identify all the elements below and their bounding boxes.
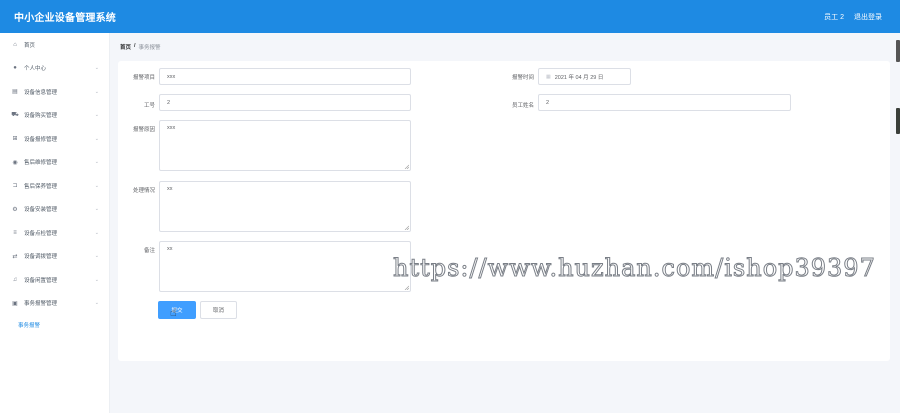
main-content: 首页 / 事务报警 报警项目 xxx 报警时间 ▦ 2021 年 04 月 29… [111,33,900,413]
person-icon: ◉ [12,159,18,166]
tools-icon: ⚙ [12,206,18,213]
handling-label: 处理情况 [132,188,155,194]
alarm-reason-textarea[interactable]: xxx [159,120,411,171]
form-card: 报警项目 xxx 报警时间 ▦ 2021 年 04 月 29 日 工号 2 员工… [118,61,890,361]
alarm-icon: ▣ [12,300,18,307]
sidebar-item-7[interactable]: ⊐ 售后保养管理 ⌄ [0,174,109,198]
sidebar-item-label: 设备点检管理 [24,230,58,237]
sidebar-item-label: 设备闲置管理 [24,277,58,284]
chevron-down-icon: ⌄ [94,182,99,189]
sidebar-item-4[interactable]: ⛟ 设备购买管理 ⌄ [0,104,109,128]
sidebar: ⌂ 首页 ● 个人中心 ⌄ ▤ 设备信息管理 ⌄ ⛟ 设备购买管理 ⌄ ⊞ 设备报修管理 ⌄ ◉ 售后维修管理… [0,33,110,413]
user-icon: ● [13,65,17,72]
remark-label: 备注 [143,248,155,254]
transfer-icon: ⇄ [12,253,18,260]
sidebar-menu: ⌂ 首页 ● 个人中心 ⌄ ▤ 设备信息管理 ⌄ ⛟ 设备购买管理 ⌄ ⊞ 设备报修管理 ⌄ ◉ 售后维修管理… [0,33,109,315]
alarm-reason-label: 报警原因 [132,127,155,133]
employee-id-input[interactable]: 2 [159,94,411,111]
sidebar-item-label: 设备信息管理 [24,89,58,96]
scrollbar-thumb-middle[interactable] [896,108,900,134]
hand-cursor-icon: ☝ [170,307,177,319]
sidebar-item-label: 个人中心 [24,66,47,73]
employee-name-label: 员工姓名 [511,103,534,109]
alarm-time-picker[interactable]: ▦ 2021 年 04 月 29 日 [538,68,631,85]
alarm-time-label: 报警时间 [511,75,534,81]
current-user[interactable]: 员工 2 [824,12,844,22]
breadcrumb-separator: / [134,43,136,49]
lines-icon: ≡ [13,229,17,236]
sidebar-item-label: 设备购买管理 [24,113,58,120]
sidebar-item-label: 事务报警管理 [24,301,58,308]
scrollbar-thumb-top[interactable] [896,40,900,62]
sidebar-item-2[interactable]: ● 个人中心 ⌄ [0,57,109,81]
alarm-time-value: 2021 年 04 月 29 日 [554,74,604,81]
chevron-down-icon: ⌄ [94,300,99,307]
submit-button[interactable]: 提交 [158,301,196,319]
sidebar-item-label: 售后维修管理 [24,160,58,167]
chevron-down-icon: ⌄ [94,135,99,142]
sidebar-item-11[interactable]: ♫ 设备闲置管理 ⌄ [0,268,109,292]
bell-icon: ♫ [12,276,18,283]
chevron-down-icon: ⌄ [94,229,99,236]
alarm-item-label: 报警项目 [132,75,155,81]
sidebar-item-1[interactable]: ⌂ 首页 [0,33,109,57]
employee-id-label: 工号 [143,103,155,109]
handling-value: xx [167,186,173,192]
grid-icon: ⊞ [12,136,18,143]
top-header: 中小企业设备管理系统 员工 2 退出登录 [0,0,900,33]
logout-link[interactable]: 退出登录 [854,12,882,22]
cart-icon: ⛟ [11,112,19,119]
resize-grip-icon[interactable] [404,225,409,230]
chevron-down-icon: ⌄ [94,112,99,119]
chevron-down-icon: ⌄ [94,65,99,72]
sidebar-item-label: 首页 [24,42,36,49]
sidebar-subitem-alarm[interactable]: 事务报警 [0,315,109,335]
breadcrumb-home[interactable]: 首页 [120,43,131,51]
sidebar-item-12[interactable]: ▣ 事务报警管理 ⌄ [0,292,109,316]
remark-textarea[interactable]: xx [159,241,411,292]
resize-grip-icon[interactable] [404,164,409,169]
calendar-icon: ▦ [546,73,551,80]
breadcrumb-current: 事务报警 [138,45,161,51]
sidebar-item-label: 设备报修管理 [24,136,58,143]
sidebar-item-5[interactable]: ⊞ 设备报修管理 ⌄ [0,127,109,151]
remark-value: xx [167,246,173,252]
alarm-item-input[interactable]: xxx [159,68,411,85]
sidebar-item-label: 设备安装管理 [24,207,58,214]
chevron-down-icon: ⌄ [94,253,99,260]
chevron-down-icon: ⌄ [94,206,99,213]
watermark: https://www.huzhan.com/ishop39397 [393,254,876,283]
chevron-down-icon: ⌄ [94,276,99,283]
sidebar-item-9[interactable]: ≡ 设备点检管理 ⌄ [0,221,109,245]
home-icon: ⌂ [13,41,17,48]
list-icon: ▤ [12,89,18,96]
handling-textarea[interactable]: xx [159,181,411,232]
sidebar-item-label: 售后保养管理 [24,183,58,190]
sidebar-item-10[interactable]: ⇄ 设备调拨管理 ⌄ [0,245,109,269]
sidebar-item-label: 设备调拨管理 [24,254,58,261]
cancel-button[interactable]: 取消 [200,301,237,319]
sidebar-item-8[interactable]: ⚙ 设备安装管理 ⌄ [0,198,109,222]
app-title: 中小企业设备管理系统 [14,13,116,24]
alarm-reason-value: xxx [167,125,176,131]
resize-grip-icon[interactable] [404,285,409,290]
sidebar-item-3[interactable]: ▤ 设备信息管理 ⌄ [0,80,109,104]
chevron-down-icon: ⌄ [94,88,99,95]
sidebar-item-6[interactable]: ◉ 售后维修管理 ⌄ [0,151,109,175]
header-actions: 员工 2 退出登录 [824,12,882,22]
breadcrumb: 首页 / 事务报警 [120,43,161,51]
wrench-icon: ⊐ [12,183,18,190]
chevron-down-icon: ⌄ [94,159,99,166]
employee-name-input[interactable]: 2 [538,94,791,111]
